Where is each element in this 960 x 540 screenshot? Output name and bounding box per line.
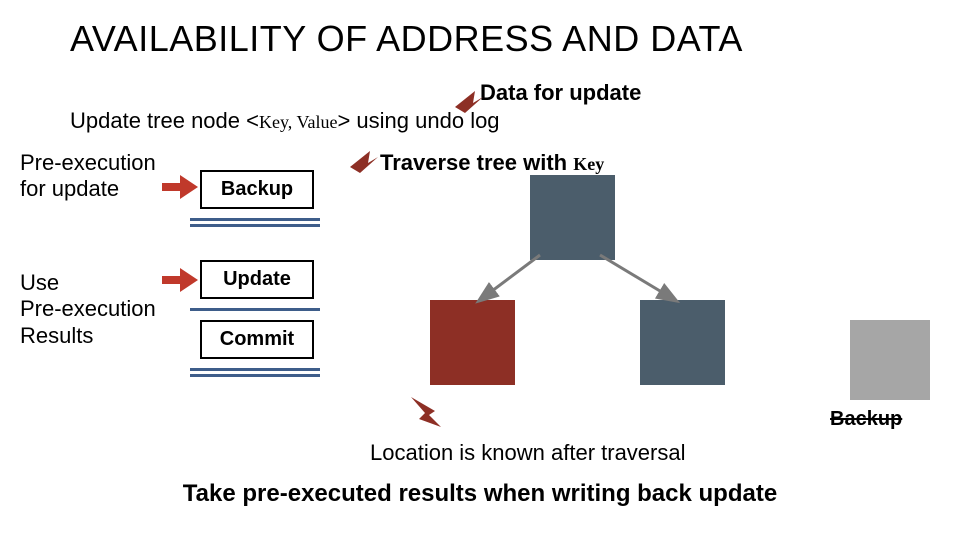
arrow-location-to-node-icon [407,395,443,435]
tree-node-left [430,300,515,385]
divider-icon [190,218,320,221]
preexec-label: Pre-execution for update [20,150,156,203]
update-line-pre: Update tree node < [70,108,259,133]
use-l3: Results [20,323,156,349]
preexec-label-l1: Pre-execution [20,150,156,176]
traverse-key: Key [573,154,604,174]
slide-title: AVAILABILITY OF ADDRESS AND DATA [70,18,743,60]
tree-node-root [530,175,615,260]
divider-icon [190,308,320,311]
divider-icon [190,368,320,371]
arrow-root-to-left-icon [470,250,550,310]
arrow-root-to-right-icon [595,250,685,310]
box-update: Update [200,260,314,299]
traverse-tree-text: Traverse tree with Key [380,150,604,176]
update-tree-node-text: Update tree node <Key, Value> using undo… [70,108,500,134]
tree-node-right [640,300,725,385]
update-line-kv: Key, Value [259,112,337,132]
use-l1: Use [20,270,156,296]
backup-node [850,320,930,400]
box-backup: Backup [200,170,314,209]
arrow-update-to-traverse-icon [350,145,380,175]
update-line-post: > using undo log [337,108,499,133]
location-known-text: Location is known after traversal [370,440,686,466]
callout-data-for-update: Data for update [480,80,641,106]
bottom-conclusion-text: Take pre-executed results when writing b… [0,480,960,508]
use-results-label: Use Pre-execution Results [20,270,156,349]
use-l2: Pre-execution [20,296,156,322]
box-commit: Commit [200,320,314,359]
arrow-preexec-to-backup-icon [162,175,198,199]
arrow-use-to-update-icon [162,268,198,292]
divider-icon [190,374,320,377]
backup-node-label: Backup [830,408,902,431]
divider-icon [190,224,320,227]
preexec-label-l2: for update [20,176,156,202]
traverse-pre: Traverse tree with [380,150,573,175]
